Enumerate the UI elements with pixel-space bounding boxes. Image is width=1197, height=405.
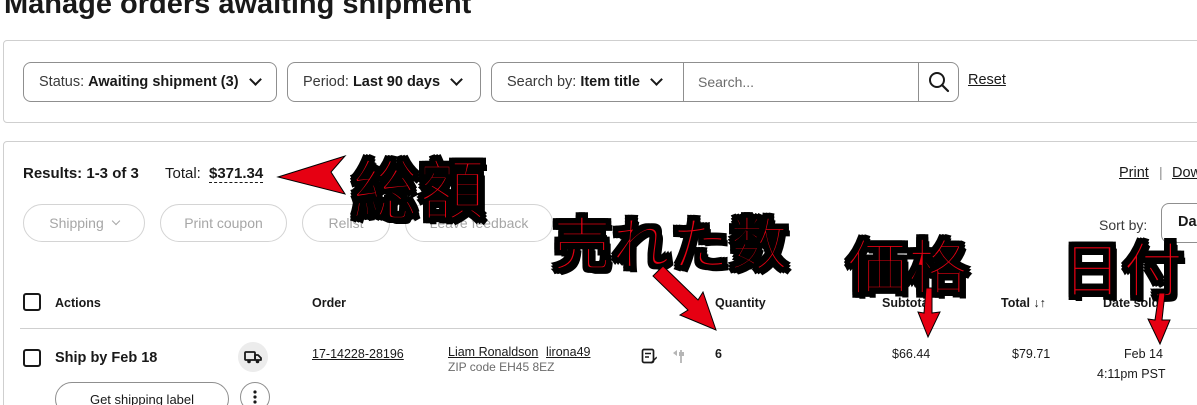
annotation-arrows — [276, 154, 1171, 346]
arrow-to-total — [276, 154, 347, 195]
arrow-to-quantity — [652, 265, 717, 331]
arrow-to-subtotal — [917, 287, 941, 339]
arrow-to-date — [1147, 292, 1171, 346]
